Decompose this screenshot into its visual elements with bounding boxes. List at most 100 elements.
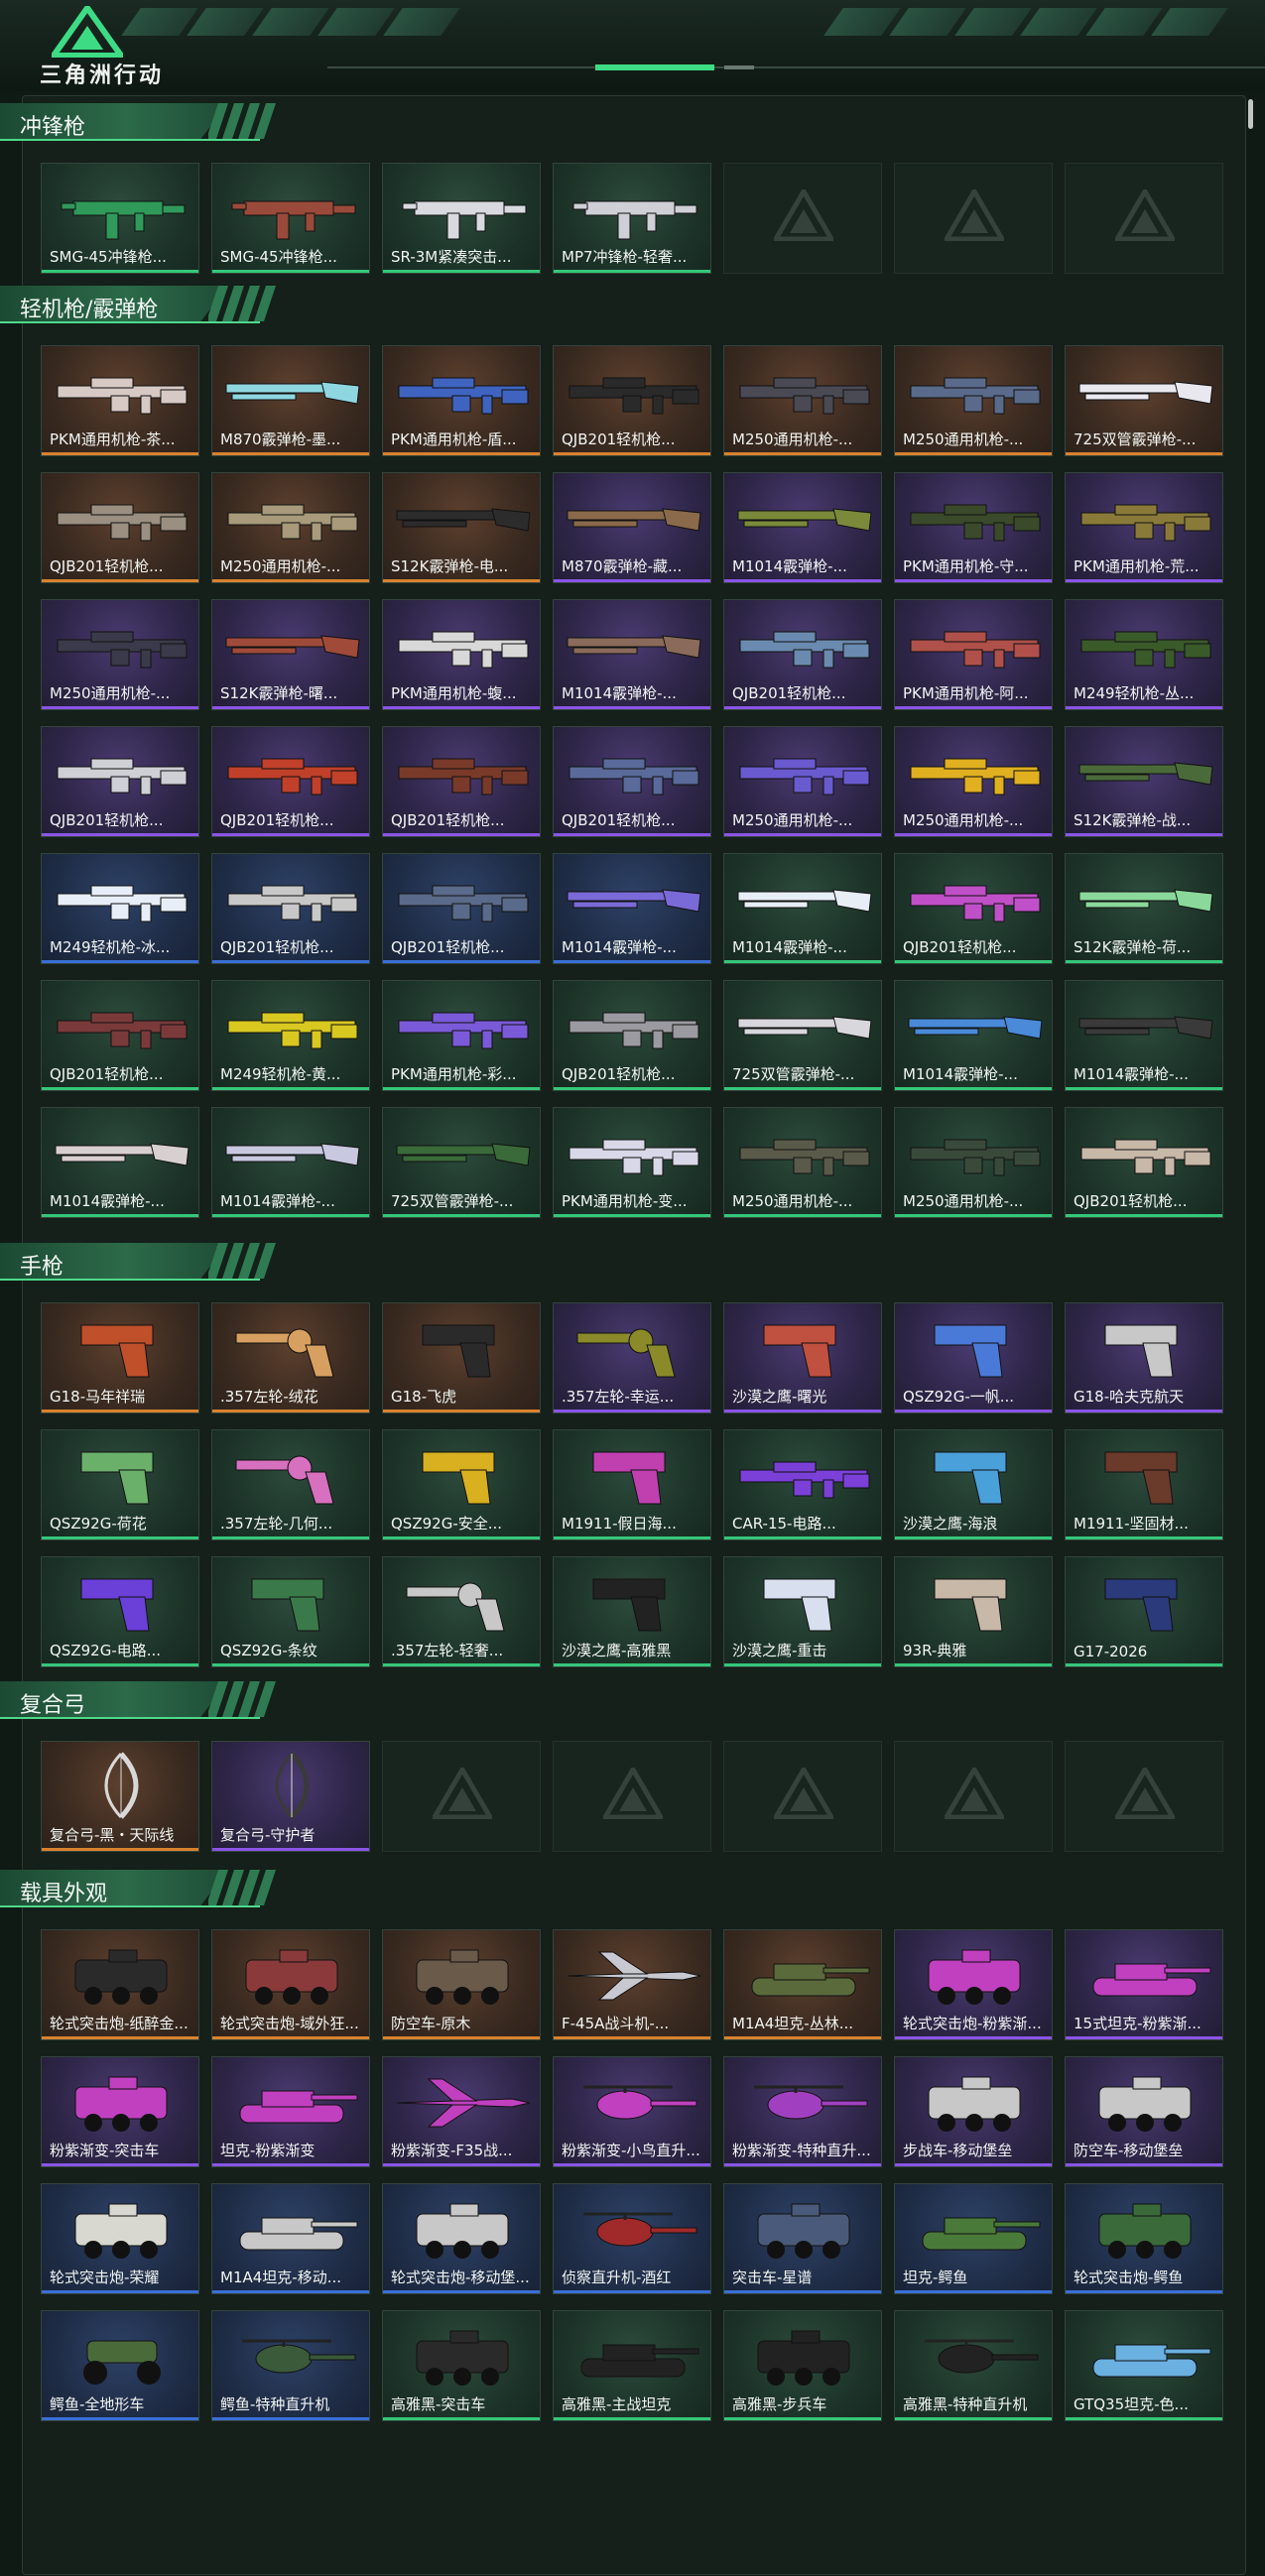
- item-card[interactable]: M250通用机枪-...: [211, 472, 370, 583]
- item-card[interactable]: CAR-15-电路...: [723, 1429, 882, 1540]
- item-card[interactable]: 坦克-粉紫渐变: [211, 2056, 370, 2167]
- item-card[interactable]: PKM通用机枪-阿...: [894, 599, 1053, 710]
- item-card[interactable]: 沙漠之鹰-海浪: [894, 1429, 1053, 1540]
- item-card[interactable]: M1A4坦克-移动...: [211, 2183, 370, 2294]
- item-card[interactable]: .357左轮-轻奢...: [382, 1556, 541, 1667]
- item-card[interactable]: 725双管霰弹枪-...: [723, 980, 882, 1091]
- item-card[interactable]: M249轻机枪-丛...: [1065, 599, 1223, 710]
- item-card[interactable]: SMG-45冲锋枪...: [41, 163, 199, 274]
- item-card[interactable]: QJB201轻机枪...: [41, 472, 199, 583]
- item-card[interactable]: QJB201轻机枪...: [553, 980, 711, 1091]
- item-card[interactable]: 粉紫渐变-F35战...: [382, 2056, 541, 2167]
- item-card[interactable]: 轮式突击炮-纸醉金...: [41, 1929, 199, 2040]
- item-card[interactable]: QJB201轻机枪...: [382, 726, 541, 837]
- item-card[interactable]: G17-2026: [1065, 1556, 1223, 1667]
- item-card[interactable]: M250通用机枪-...: [41, 599, 199, 710]
- item-card[interactable]: 粉紫渐变-突击车: [41, 2056, 199, 2167]
- item-card[interactable]: .357左轮-绒花: [211, 1302, 370, 1413]
- item-card[interactable]: 15式坦克-粉紫渐...: [1065, 1929, 1223, 2040]
- item-card[interactable]: 轮式突击炮-荣耀: [41, 2183, 199, 2294]
- item-card[interactable]: 沙漠之鹰-高雅黑: [553, 1556, 711, 1667]
- item-card[interactable]: M870霰弹枪-藏...: [553, 472, 711, 583]
- item-card[interactable]: 防空车-原木: [382, 1929, 541, 2040]
- item-card[interactable]: 高雅黑-突击车: [382, 2310, 541, 2421]
- item-card[interactable]: 725双管霰弹枪-...: [1065, 345, 1223, 456]
- item-card[interactable]: M1911-坚固材...: [1065, 1429, 1223, 1540]
- item-card[interactable]: 93R-典雅: [894, 1556, 1053, 1667]
- item-card[interactable]: SMG-45冲锋枪...: [211, 163, 370, 274]
- item-card[interactable]: 轮式突击炮-鳄鱼: [1065, 2183, 1223, 2294]
- item-card[interactable]: F-45A战斗机-...: [553, 1929, 711, 2040]
- item-card[interactable]: 鳄鱼-特种直升机: [211, 2310, 370, 2421]
- item-card[interactable]: QSZ92G-荷花: [41, 1429, 199, 1540]
- item-card[interactable]: M250通用机枪-...: [723, 345, 882, 456]
- item-card[interactable]: 防空车-移动堡垒: [1065, 2056, 1223, 2167]
- item-card[interactable]: G18-哈夫克航天: [1065, 1302, 1223, 1413]
- item-card[interactable]: M1A4坦克-丛林...: [723, 1929, 882, 2040]
- item-card[interactable]: M250通用机枪-...: [723, 1107, 882, 1218]
- item-card[interactable]: QSZ92G-电路...: [41, 1556, 199, 1667]
- item-card[interactable]: 沙漠之鹰-重击: [723, 1556, 882, 1667]
- item-card[interactable]: MP7冲锋枪-轻奢...: [553, 163, 711, 274]
- item-card[interactable]: M1014霰弹枪-...: [1065, 980, 1223, 1091]
- item-card[interactable]: M249轻机枪-冰...: [41, 853, 199, 964]
- item-card[interactable]: M1014霰弹枪-...: [553, 599, 711, 710]
- item-card[interactable]: .357左轮-几何...: [211, 1429, 370, 1540]
- item-card[interactable]: 轮式突击炮-粉紫渐...: [894, 1929, 1053, 2040]
- scrollbar-thumb[interactable]: [1248, 99, 1253, 129]
- item-card[interactable]: 鳄鱼-全地形车: [41, 2310, 199, 2421]
- item-card[interactable]: QSZ92G-安全...: [382, 1429, 541, 1540]
- item-card[interactable]: S12K霰弹枪-荷...: [1065, 853, 1223, 964]
- item-card[interactable]: M249轻机枪-黄...: [211, 980, 370, 1091]
- item-card[interactable]: PKM通用机枪-蝮...: [382, 599, 541, 710]
- item-card[interactable]: 步战车-移动堡垒: [894, 2056, 1053, 2167]
- item-card[interactable]: QSZ92G-一帆...: [894, 1302, 1053, 1413]
- item-card[interactable]: SR-3M紧凑突击...: [382, 163, 541, 274]
- item-card[interactable]: PKM通用机枪-荒...: [1065, 472, 1223, 583]
- item-card[interactable]: QJB201轻机枪...: [41, 726, 199, 837]
- item-card[interactable]: S12K霰弹枪-曙...: [211, 599, 370, 710]
- item-card[interactable]: S12K霰弹枪-战...: [1065, 726, 1223, 837]
- item-card[interactable]: M870霰弹枪-墨...: [211, 345, 370, 456]
- item-card[interactable]: PKM通用机枪-彩...: [382, 980, 541, 1091]
- item-card[interactable]: 突击车-星谱: [723, 2183, 882, 2294]
- item-card[interactable]: PKM通用机枪-茶...: [41, 345, 199, 456]
- item-card[interactable]: QJB201轻机枪...: [211, 853, 370, 964]
- item-card[interactable]: 高雅黑-特种直升机: [894, 2310, 1053, 2421]
- item-card[interactable]: M250通用机枪-...: [894, 345, 1053, 456]
- item-card[interactable]: M1014霰弹枪-...: [723, 472, 882, 583]
- item-card[interactable]: QSZ92G-条纹: [211, 1556, 370, 1667]
- item-card[interactable]: M1014霰弹枪-...: [894, 980, 1053, 1091]
- item-card[interactable]: M1014霰弹枪-...: [211, 1107, 370, 1218]
- item-card[interactable]: 粉紫渐变-特种直升...: [723, 2056, 882, 2167]
- item-card[interactable]: QJB201轻机枪...: [553, 345, 711, 456]
- item-card[interactable]: 复合弓-黑・天际线: [41, 1741, 199, 1852]
- item-card[interactable]: M1014霰弹枪-...: [553, 853, 711, 964]
- item-card[interactable]: QJB201轻机枪...: [41, 980, 199, 1091]
- item-card[interactable]: 轮式突击炮-域外狂...: [211, 1929, 370, 2040]
- item-card[interactable]: QJB201轻机枪...: [1065, 1107, 1223, 1218]
- item-card[interactable]: QJB201轻机枪...: [894, 853, 1053, 964]
- item-card[interactable]: S12K霰弹枪-电...: [382, 472, 541, 583]
- item-card[interactable]: M250通用机枪-...: [894, 1107, 1053, 1218]
- item-card[interactable]: 高雅黑-步兵车: [723, 2310, 882, 2421]
- item-card[interactable]: 复合弓-守护者: [211, 1741, 370, 1852]
- item-card[interactable]: QJB201轻机枪...: [211, 726, 370, 837]
- item-card[interactable]: M250通用机枪-...: [894, 726, 1053, 837]
- item-card[interactable]: .357左轮-幸运...: [553, 1302, 711, 1413]
- item-card[interactable]: PKM通用机枪-盾...: [382, 345, 541, 456]
- item-card[interactable]: GTQ35坦克-色...: [1065, 2310, 1223, 2421]
- item-card[interactable]: M250通用机枪-...: [723, 726, 882, 837]
- item-card[interactable]: QJB201轻机枪...: [382, 853, 541, 964]
- item-card[interactable]: 725双管霰弹枪-...: [382, 1107, 541, 1218]
- item-card[interactable]: QJB201轻机枪...: [553, 726, 711, 837]
- item-card[interactable]: PKM通用机枪-变...: [553, 1107, 711, 1218]
- item-card[interactable]: 沙漠之鹰-曙光: [723, 1302, 882, 1413]
- item-card[interactable]: 坦克-鳄鱼: [894, 2183, 1053, 2294]
- item-card[interactable]: 侦察直升机-酒红: [553, 2183, 711, 2294]
- item-card[interactable]: 轮式突击炮-移动堡...: [382, 2183, 541, 2294]
- item-card[interactable]: M1014霰弹枪-...: [723, 853, 882, 964]
- item-card[interactable]: QJB201轻机枪...: [723, 599, 882, 710]
- item-card[interactable]: PKM通用机枪-守...: [894, 472, 1053, 583]
- item-card[interactable]: M1911-假日海...: [553, 1429, 711, 1540]
